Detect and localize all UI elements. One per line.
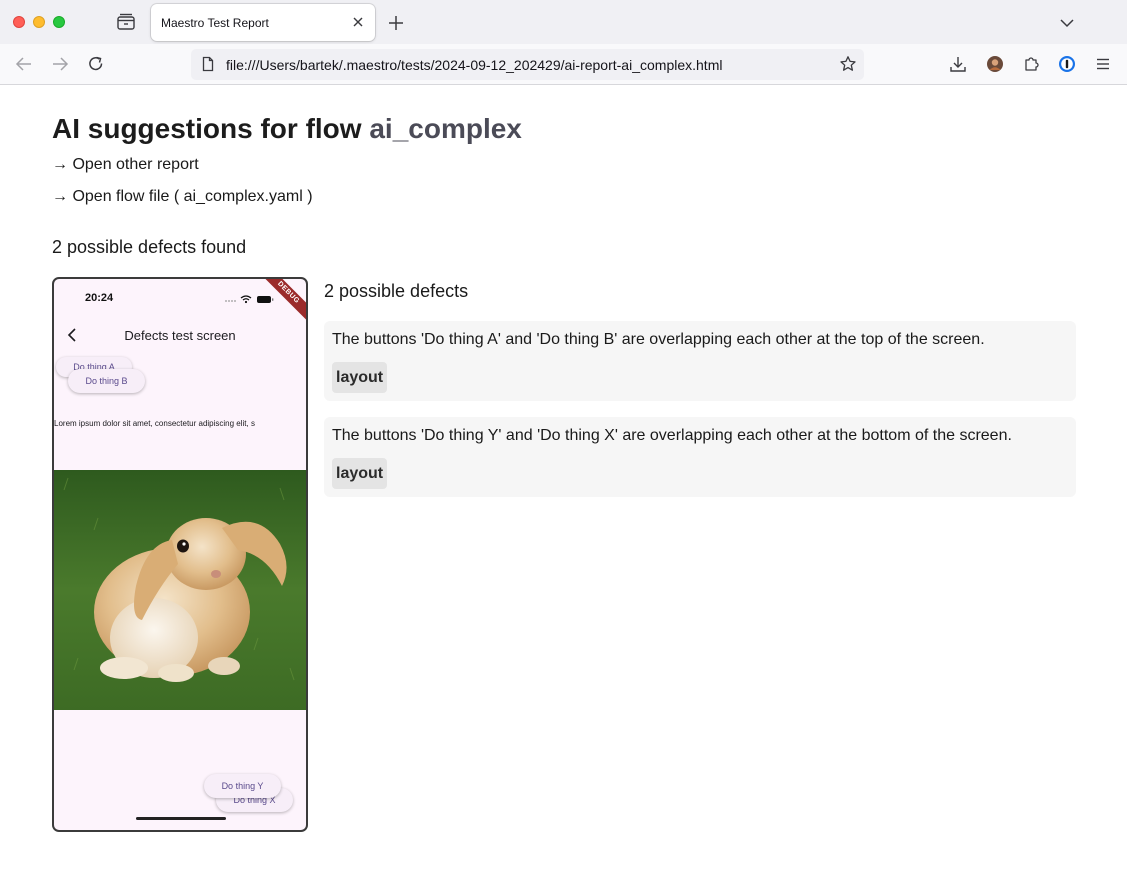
- open-other-report-link[interactable]: → Open other report: [52, 156, 199, 174]
- page-title-prefix: AI suggestions for flow: [52, 113, 370, 144]
- page-icon: [200, 56, 216, 72]
- page-title: AI suggestions for flow ai_complex: [52, 113, 522, 145]
- minimize-window-button[interactable]: [33, 16, 45, 28]
- defect-description: The buttons 'Do thing Y' and 'Do thing X…: [332, 427, 1012, 444]
- tab-bar: Maestro Test Report: [0, 0, 1127, 44]
- reload-icon[interactable]: [84, 52, 108, 76]
- tab-title: Maestro Test Report: [161, 16, 269, 30]
- status-bar-time: 20:24: [85, 292, 114, 304]
- device-screenshot: 20:24 DEBUG Defects test screen Do thing…: [52, 277, 308, 832]
- open-flow-file-link[interactable]: → Open flow file ( ai_complex.yaml ): [52, 188, 313, 206]
- url-text: file:///Users/bartek/.maestro/tests/2024…: [226, 57, 723, 73]
- defect-card: The buttons 'Do thing Y' and 'Do thing X…: [324, 417, 1076, 497]
- lorem-text: Lorem ipsum dolor sit amet, consectetur …: [54, 419, 255, 428]
- flow-name: ai_complex: [369, 113, 522, 144]
- bunny-photo: [54, 470, 306, 710]
- account-avatar-icon[interactable]: [983, 52, 1007, 76]
- defect-card: The buttons 'Do thing A' and 'Do thing B…: [324, 321, 1076, 401]
- defects-panel-heading: 2 possible defects: [324, 281, 469, 301]
- do-thing-y-button: Do thing Y: [204, 774, 281, 798]
- defects-found-count: 2 possible defects found: [52, 237, 247, 257]
- do-thing-b-button: Do thing B: [68, 369, 145, 393]
- defect-description: The buttons 'Do thing A' and 'Do thing B…: [332, 331, 985, 348]
- back-arrow-icon[interactable]: [12, 52, 36, 76]
- defect-category-tag: layout: [332, 458, 388, 489]
- downloads-icon[interactable]: [946, 52, 970, 76]
- home-indicator: [136, 817, 226, 820]
- close-tab-icon[interactable]: [349, 13, 367, 31]
- screen-title: Defects test screen: [124, 328, 236, 343]
- close-window-button[interactable]: [13, 16, 25, 28]
- bookmark-star-icon[interactable]: [839, 55, 857, 73]
- new-tab-icon[interactable]: [385, 12, 407, 34]
- tab-maestro-test-report[interactable]: Maestro Test Report: [151, 4, 375, 41]
- url-bar[interactable]: file:///Users/bartek/.maestro/tests/2024…: [191, 49, 864, 80]
- forward-arrow-icon[interactable]: [48, 52, 72, 76]
- extensions-icon[interactable]: [1019, 52, 1043, 76]
- zoom-window-button[interactable]: [53, 16, 65, 28]
- navigation-toolbar: file:///Users/bartek/.maestro/tests/2024…: [0, 44, 1127, 85]
- status-bar-icons: [224, 292, 284, 304]
- menu-icon[interactable]: [1091, 52, 1115, 76]
- chevron-down-icon[interactable]: [1056, 12, 1078, 34]
- tab-tray-icon[interactable]: [113, 11, 139, 33]
- defect-category-tag: layout: [332, 362, 388, 393]
- password-manager-icon[interactable]: [1055, 52, 1079, 76]
